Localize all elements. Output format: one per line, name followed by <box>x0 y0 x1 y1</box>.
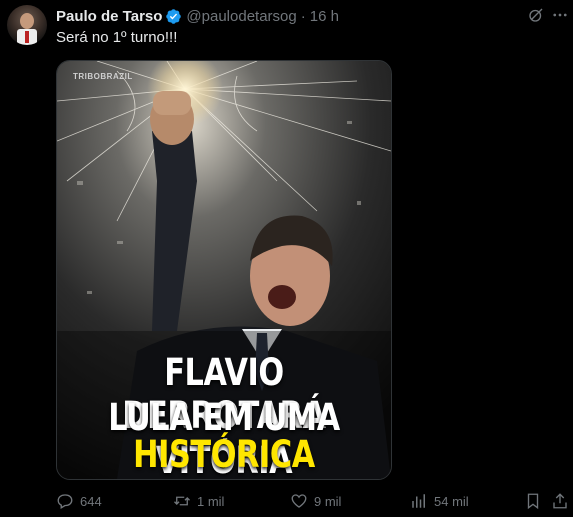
post-time[interactable]: 16 h <box>310 8 339 25</box>
tweet-image[interactable]: TRIBOBRAZIL FLAVIO DERROTARÁ LULA EM UMA… <box>56 60 392 480</box>
bookmark-icon[interactable] <box>524 492 542 510</box>
avatar-head <box>20 13 34 29</box>
author-handle[interactable]: @paulodetarsog <box>186 8 296 25</box>
views-count: 54 mil <box>434 493 469 509</box>
repost-count: 1 mil <box>197 493 225 509</box>
like-count: 9 mil <box>314 493 342 509</box>
avatar-tie <box>25 31 29 43</box>
separator-dot: · <box>300 7 306 25</box>
more-options-icon[interactable] <box>551 6 569 24</box>
caption-line-3: HISTÓRICA <box>133 433 315 476</box>
reply-count: 644 <box>80 493 102 509</box>
views-button[interactable]: 54 mil <box>410 487 469 515</box>
views-icon <box>412 494 425 508</box>
repost-button[interactable]: 1 mil <box>173 487 224 515</box>
tweet-header: Paulo de Tarso @paulodetarsog · 16 h <box>56 7 339 25</box>
reply-button[interactable]: 644 <box>56 487 102 515</box>
avatar[interactable] <box>7 5 47 45</box>
action-bar: 644 1 mil 9 mil 54 mil <box>0 487 573 515</box>
author-name[interactable]: Paulo de Tarso <box>56 8 162 25</box>
repost-icon <box>174 496 190 506</box>
reply-icon <box>57 494 73 509</box>
tweet-text: Será no 1º turno!!! <box>56 29 178 46</box>
share-icon[interactable] <box>551 492 569 510</box>
grok-icon[interactable] <box>527 6 545 24</box>
like-button[interactable]: 9 mil <box>290 487 341 515</box>
heart-icon <box>291 494 307 508</box>
verified-badge-icon <box>166 8 182 24</box>
tweet[interactable]: Paulo de Tarso @paulodetarsog · 16 h Ser… <box>0 0 573 517</box>
image-watermark: TRIBOBRAZIL <box>73 72 133 81</box>
